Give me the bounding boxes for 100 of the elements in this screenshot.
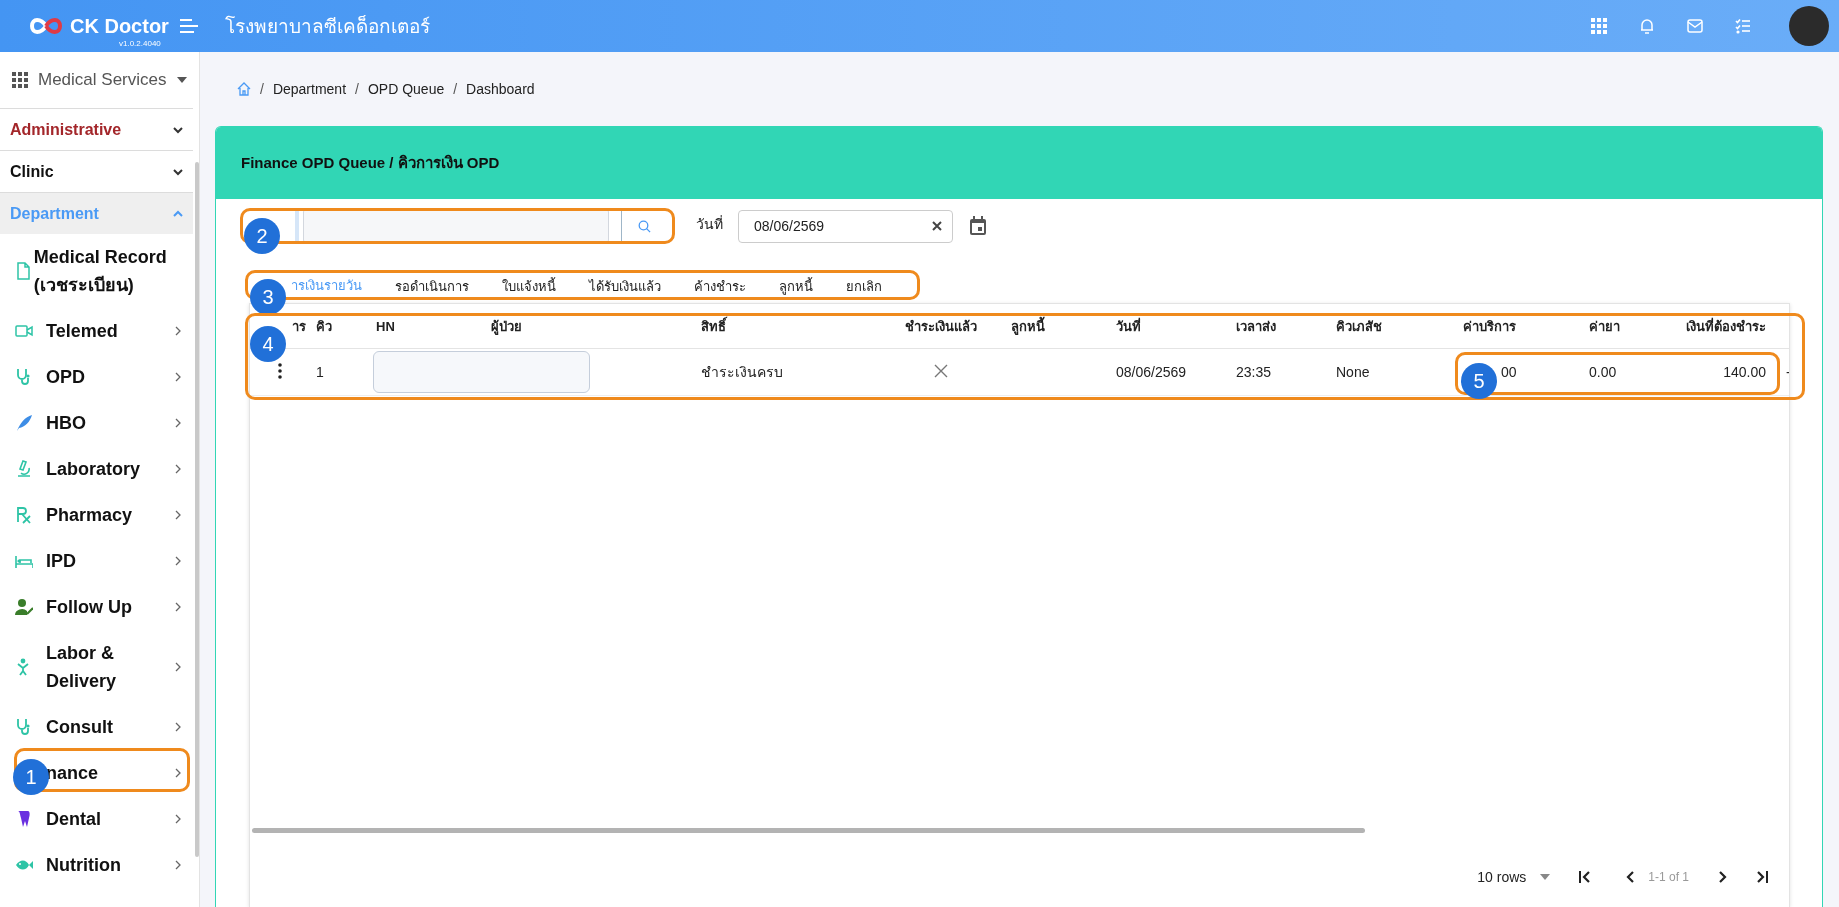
chevron-right-icon <box>175 418 181 428</box>
chevron-right-icon <box>175 556 181 566</box>
tab[interactable]: ค้างชำระ <box>694 273 746 299</box>
video-camera-icon <box>15 322 33 340</box>
logo-icon <box>28 15 64 37</box>
sidebar-item[interactable]: Medical Record (เวชระเบียน) <box>33 243 181 299</box>
microscope-icon <box>15 460 33 478</box>
table-cell-text: 23:35 <box>1235 364 1273 380</box>
previous-page-button[interactable] <box>1624 870 1637 884</box>
column-header[interactable]: เงินที่ต้องชำระ <box>1651 315 1776 337</box>
breadcrumb-link[interactable]: Dashboard <box>466 81 535 97</box>
tab[interactable]: ลูกหนี้ <box>779 273 813 299</box>
chevron-right-icon <box>175 814 181 824</box>
page-range: 1-1 of 1 <box>1648 870 1689 884</box>
module-selector[interactable]: Medical Services <box>38 70 167 90</box>
scrollbar[interactable] <box>252 828 1365 833</box>
card-title: Finance OPD Queue / คิวการเงิน OPD <box>241 153 500 173</box>
search-icon <box>637 219 651 233</box>
table-cell-text: 00 <box>1500 364 1518 380</box>
tab[interactable]: รอดำเนินการ <box>395 273 469 299</box>
sidebar-item[interactable]: Consult <box>46 713 170 741</box>
last-page-button[interactable] <box>1757 870 1769 884</box>
clear-icon[interactable] <box>932 221 942 231</box>
checklist-icon[interactable] <box>1735 18 1751 34</box>
sidebar-item[interactable]: nance <box>46 759 170 787</box>
column-header[interactable]: คิว <box>306 315 366 337</box>
sidebar-item[interactable]: Pharmacy <box>46 501 170 529</box>
column-header[interactable]: วันที่ <box>1106 315 1226 337</box>
caret-down-icon <box>1540 874 1551 880</box>
apps-grid-icon[interactable] <box>1591 18 1607 34</box>
rows-per-page-select[interactable]: 10 rows <box>1477 869 1551 885</box>
breadcrumb-separator: / <box>453 81 458 97</box>
breadcrumb-link[interactable]: OPD Queue <box>367 81 445 97</box>
sidebar-section[interactable]: Administrative <box>0 108 193 150</box>
column-header[interactable]: ค่าบริการ <box>1451 315 1561 337</box>
feather-icon <box>15 414 33 432</box>
column-header[interactable]: เวลาส่ง <box>1226 315 1326 337</box>
file-icon <box>14 262 33 280</box>
tab[interactable]: ได้รับเงินแล้ว <box>589 273 661 299</box>
column-header[interactable]: ชำระเงินแล้ว <box>881 315 1001 337</box>
column-header[interactable]: คิวเภสัช <box>1326 315 1451 337</box>
first-page-button[interactable] <box>1578 870 1591 884</box>
sidebar-item[interactable]: IPD <box>46 547 170 575</box>
bell-icon[interactable] <box>1639 17 1655 35</box>
calendar-icon[interactable] <box>969 216 987 236</box>
tab[interactable]: ใบแจ้งหนี้ <box>502 273 556 299</box>
sidebar-item[interactable]: Nutrition <box>46 851 170 879</box>
tab[interactable]: ยกเลิก <box>846 273 882 299</box>
table-cell-text: 1 <box>315 364 325 380</box>
chevron-down-icon <box>173 167 183 176</box>
sidebar-item[interactable]: OPD <box>46 363 170 391</box>
breadcrumb-link[interactable]: Department <box>272 81 347 97</box>
sidebar-item[interactable]: Labor & Delivery <box>46 639 170 695</box>
next-page-button[interactable] <box>1717 870 1729 884</box>
chevron-right-icon <box>175 510 181 520</box>
column-header[interactable]: ลูกหนี้ <box>1001 315 1106 337</box>
app-name: CK Doctor <box>70 14 169 38</box>
table-cell-text: 08/06/2569 <box>1115 364 1188 380</box>
sidebar-item[interactable]: Laboratory <box>46 455 170 483</box>
previous-page-icon <box>1624 870 1637 884</box>
column-header[interactable]: HN <box>366 318 481 334</box>
column-header[interactable]: ค่ายา <box>1561 315 1651 337</box>
chevron-right-icon <box>175 464 181 474</box>
caret-down-icon <box>176 77 187 83</box>
column-header[interactable]: ผู้ป่วย <box>481 315 691 337</box>
person-edit-icon <box>15 598 33 616</box>
scrollbar[interactable] <box>195 162 199 857</box>
menu-icon[interactable] <box>178 18 199 34</box>
sidebar-item[interactable]: HBO <box>46 409 170 437</box>
table-cell-text: ชำระเงินครบ <box>700 363 784 382</box>
breadcrumb-separator: / <box>260 81 264 97</box>
column-header[interactable]: าร <box>292 315 306 337</box>
chevron-right-icon <box>175 326 181 336</box>
chevron-down-icon <box>173 125 183 134</box>
avatar[interactable] <box>1789 6 1829 46</box>
home-icon[interactable] <box>237 82 251 96</box>
table-cell-text: 0.00 <box>1588 364 1618 380</box>
chevron-right-icon <box>175 602 181 612</box>
hospital-title: โรงพยาบาลซีเคด็อกเตอร์ <box>225 14 430 39</box>
date-field[interactable]: 08/06/2569 <box>738 209 953 243</box>
column-header[interactable]: สิทธิ์ <box>691 315 881 337</box>
table-cell-text: 140.00 <box>1722 364 1767 380</box>
prescription-icon <box>15 506 33 524</box>
date-label: วันที่ <box>696 214 723 234</box>
table-cell-text: None <box>1335 364 1371 380</box>
sidebar-item[interactable]: Dental <box>46 805 170 833</box>
chevron-right-icon <box>175 372 181 382</box>
sidebar-item[interactable]: Telemed <box>46 317 170 345</box>
first-page-icon <box>1578 870 1591 884</box>
next-page-icon <box>1717 870 1729 884</box>
kebab-menu-icon[interactable] <box>277 362 282 379</box>
last-page-icon <box>1757 870 1769 884</box>
chevron-up-icon <box>173 209 183 218</box>
apps-grid-icon <box>12 72 28 88</box>
mail-icon[interactable] <box>1687 19 1703 33</box>
sidebar-item[interactable]: Follow Up <box>46 593 170 621</box>
breadcrumb-separator: / <box>355 81 359 97</box>
chevron-right-icon <box>175 662 181 672</box>
version-label: v1.0.2.4040 <box>119 39 161 48</box>
chevron-right-icon <box>175 860 181 870</box>
